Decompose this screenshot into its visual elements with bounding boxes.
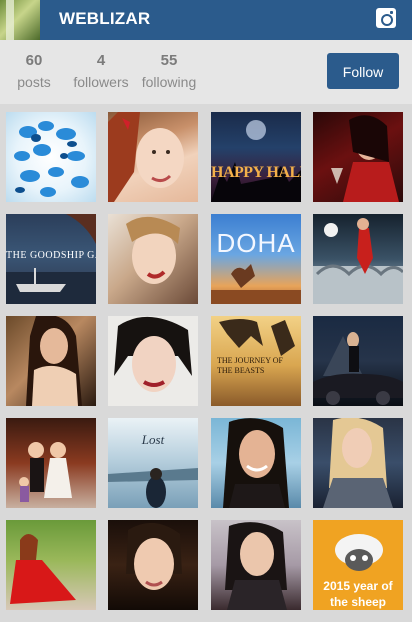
halloween-image — [211, 120, 301, 202]
followers-stat[interactable]: 4 followers — [72, 52, 130, 91]
journey-caption: THE JOURNEY OF THE BEASTS — [217, 356, 283, 375]
photo-tile-car-woman-night[interactable] — [313, 316, 403, 406]
instagram-icon[interactable] — [376, 8, 396, 28]
account-name: WEBLIZAR — [59, 9, 151, 28]
doha-caption: DOHA — [216, 228, 296, 258]
following-stat[interactable]: 55 following — [140, 52, 198, 91]
soccer-player-image — [313, 218, 403, 304]
posts-stat: 60 posts — [16, 52, 52, 91]
photo-tile-soccer-player[interactable] — [313, 214, 403, 304]
photo-tile-blonde-jacket[interactable] — [313, 418, 403, 508]
follow-button[interactable]: Follow — [327, 53, 399, 89]
photo-tile-butterflies[interactable] — [6, 112, 96, 202]
profile-stats-bar: 60 posts 4 followers 55 following Follow — [0, 40, 412, 104]
photo-tile-girl-selfie[interactable] — [211, 520, 301, 610]
followers-count: 4 — [96, 52, 106, 69]
lost-caption: Lost — [141, 432, 165, 447]
dolls-wedding-image — [19, 442, 72, 502]
goodship-caption: THE GOODSHIP GALE — [6, 250, 96, 261]
following-count: 55 — [160, 52, 178, 69]
photo-tile-year-of-sheep[interactable]: 2015 year of the sheep — [313, 520, 403, 610]
following-label: following — [141, 74, 197, 90]
dark-hair-portrait-image — [114, 316, 192, 392]
redhead-smile-image — [108, 112, 184, 202]
photo-tile-woman-red-drink[interactable] — [313, 112, 403, 202]
halloween-caption: HAPPY HALLOWEEN — [211, 164, 301, 181]
top-bar: WEBLIZAR — [0, 0, 412, 40]
year-of-sheep-caption: 2015 year of the sheep — [323, 579, 393, 609]
posts-label: posts — [17, 74, 51, 90]
photo-tile-girl-red-dress[interactable] — [6, 520, 96, 610]
photo-grid: HAPPY HALLOWEEN THE GOODSHIP GALE DOHA T… — [0, 104, 412, 622]
girl-selfie-image — [225, 522, 287, 610]
photo-tile-goodship-galleon[interactable]: THE GOODSHIP GALE — [6, 214, 96, 304]
butterflies-image — [14, 121, 89, 197]
photo-tile-dark-hair-portrait[interactable] — [108, 316, 198, 406]
blonde-portrait-image — [126, 216, 180, 284]
brunette-smile-image — [223, 418, 289, 508]
photo-tile-journey-beasts[interactable]: THE JOURNEY OF THE BEASTS — [211, 316, 301, 406]
posts-count: 60 — [25, 52, 43, 69]
photo-tile-lost-lake[interactable]: Lost — [108, 418, 198, 508]
photo-tile-dolls-wedding[interactable] — [6, 418, 96, 508]
followers-label: followers — [73, 74, 129, 90]
photo-tile-redhead-smile[interactable] — [108, 112, 198, 202]
photo-tile-short-hair-portrait[interactable] — [108, 520, 198, 610]
photo-tile-brunette-portrait[interactable] — [6, 316, 96, 406]
girl-red-dress-image — [10, 534, 76, 604]
profile-avatar[interactable] — [0, 0, 40, 40]
photo-tile-doha[interactable]: DOHA — [211, 214, 301, 304]
photo-tile-halloween[interactable]: HAPPY HALLOWEEN — [211, 112, 301, 202]
brunette-portrait-image — [26, 316, 82, 406]
short-hair-portrait-image — [126, 522, 182, 590]
photo-tile-brunette-smile[interactable] — [211, 418, 301, 508]
woman-red-drink-image — [331, 115, 399, 202]
photo-tile-blonde-portrait[interactable] — [108, 214, 198, 304]
blonde-jacket-image — [323, 418, 393, 508]
car-woman-night-image — [313, 332, 403, 405]
